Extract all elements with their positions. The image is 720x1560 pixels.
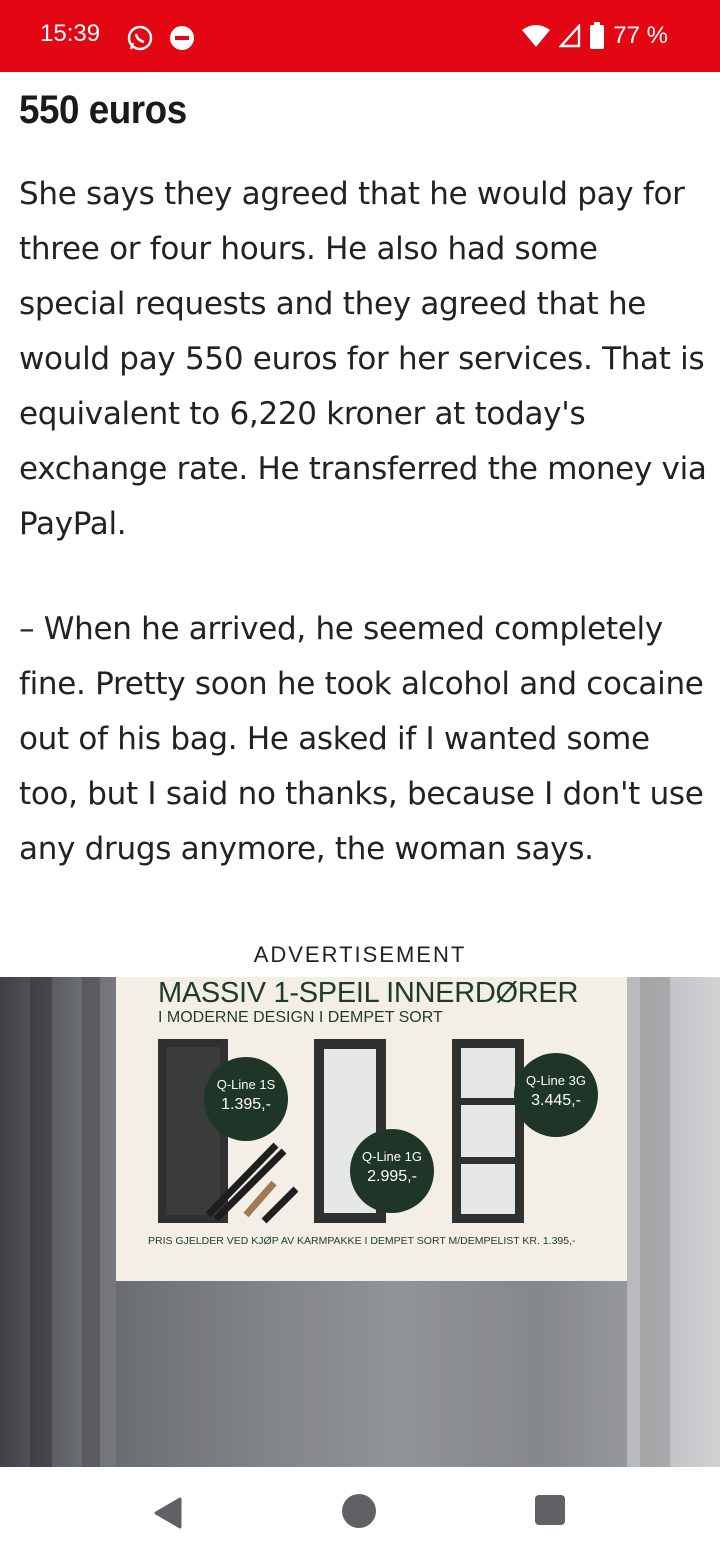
article-paragraph: She says they agreed that he would pay f… [19,176,707,542]
ad-title: MASSIV 1-SPEIL INNERDØRER [158,977,579,1009]
price-badge: Q-Line 1G 2.995,- [350,1129,434,1213]
ad-subtitle: I MODERNE DESIGN I DEMPET SORT [158,1009,443,1026]
battery-percent: 77 % [613,22,668,49]
notification-dot-icon [170,26,194,50]
recent-apps-icon[interactable] [535,1495,565,1525]
advertisement-label: ADVERTISEMENT [253,942,467,967]
wifi-icon [522,25,551,47]
article-body: 550 euros She says they agreed that he w… [19,82,709,867]
ad-background [116,1281,627,1467]
home-icon[interactable] [342,1494,376,1528]
ad-card[interactable]: MASSIV 1-SPEIL INNERDØRER I MODERNE DESI… [116,977,627,1281]
status-time: 15:39 [40,20,101,47]
price-badge: Q-Line 1S 1.395,- [204,1057,288,1141]
section-heading: 550 euros [19,88,187,132]
whatsapp-icon [127,25,153,51]
back-icon[interactable] [150,1495,186,1531]
ad-footer-text: PRIS GJELDER VED KJØP AV KARMPAKKE I DEM… [148,1235,576,1247]
battery-icon [590,22,605,49]
door-image [452,1039,524,1223]
navigation-bar [0,1467,720,1560]
door-frame-kit-image [205,1142,298,1224]
article-paragraph: – When he arrived, he seemed completely … [19,611,704,867]
status-right-group: 77 % [521,20,668,52]
status-bar: 15:39 77 % [0,0,720,72]
cell-signal-icon [559,24,581,48]
advertisement-banner[interactable]: MASSIV 1-SPEIL INNERDØRER I MODERNE DESI… [0,977,720,1467]
price-badge: Q-Line 3G 3.445,- [514,1053,598,1137]
